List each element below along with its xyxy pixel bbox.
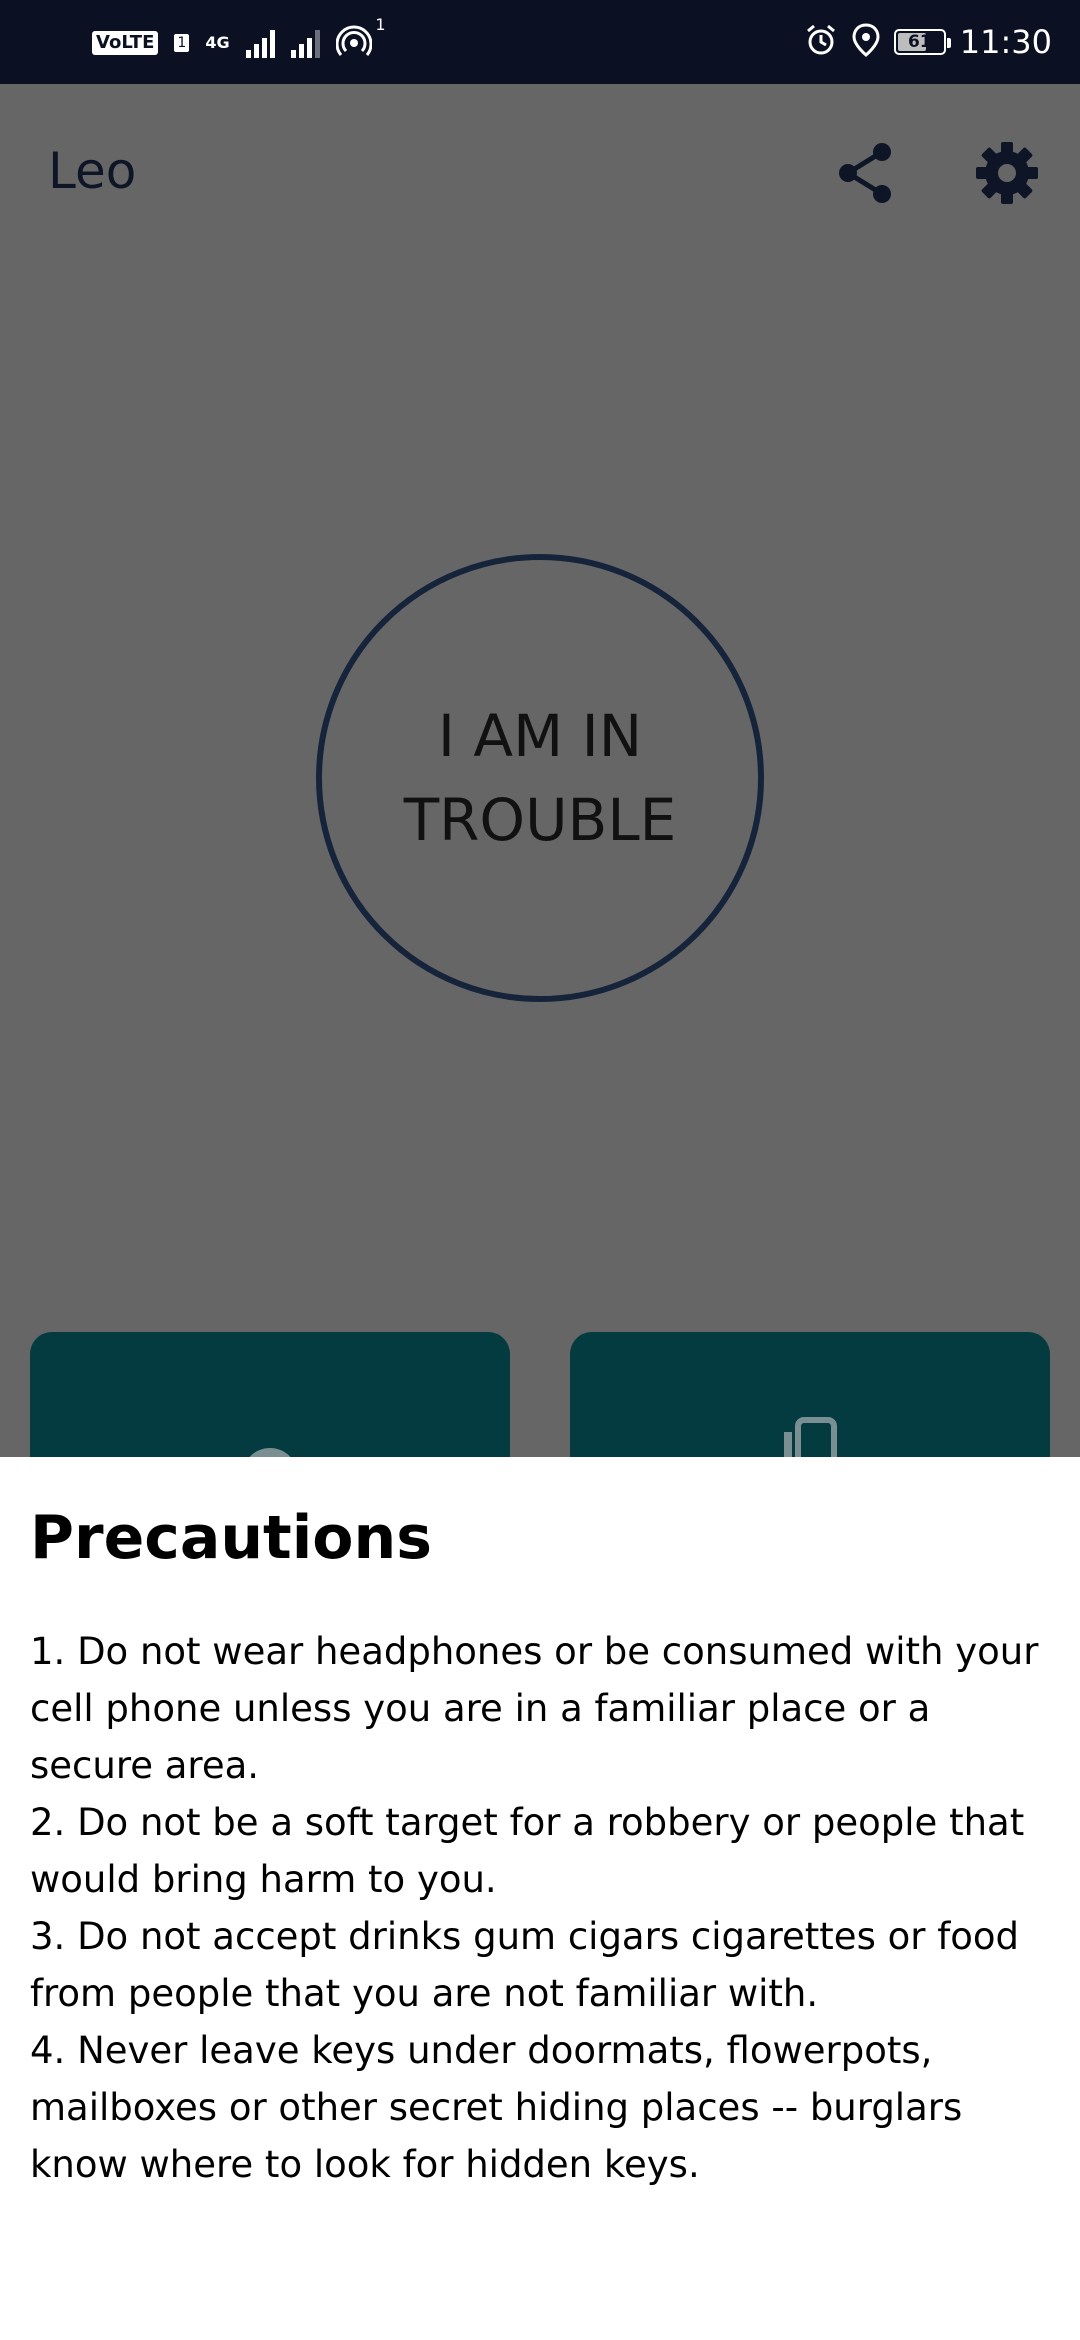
settings-icon [976, 142, 1038, 204]
signal-icon [245, 28, 275, 58]
precaution-item: 4. Never leave keys under doormats, flow… [30, 2029, 963, 2186]
battery-icon: 61 [893, 29, 951, 55]
trouble-button[interactable]: I AM IN TROUBLE [316, 554, 764, 1002]
status-time: 11:30 [959, 23, 1052, 61]
precautions-sheet: Precautions 1. Do not wear headphones or… [0, 1457, 1080, 2340]
share-icon [839, 143, 891, 203]
network-type-label: 4G [205, 33, 230, 52]
precautions-list: 1. Do not wear headphones or be consumed… [30, 1623, 1060, 2193]
share-button[interactable] [830, 138, 900, 208]
app-bar: Leo [0, 84, 1080, 260]
hotspot-icon: 1 [335, 15, 386, 63]
precaution-item: 1. Do not wear headphones or be consumed… [30, 1630, 1039, 1787]
status-right: 61 11:30 [804, 18, 1052, 66]
battery-level: 61 [907, 32, 932, 52]
status-left: VoLTE 1 4G 1 [92, 15, 386, 64]
signal-icon-secondary [290, 28, 320, 58]
status-bar: VoLTE 1 4G 1 61 11:30 [0, 0, 1080, 84]
hotspot-count: 1 [375, 15, 386, 34]
app-title: Leo [48, 142, 137, 200]
trouble-button-label: I AM IN TROUBLE [403, 702, 677, 854]
sim-slot-badge: 1 [174, 34, 190, 52]
location-icon [852, 23, 880, 61]
precaution-item: 2. Do not be a soft target for a robbery… [30, 1801, 1025, 1901]
precaution-item: 3. Do not accept drinks gum cigars cigar… [30, 1915, 1020, 2015]
settings-button[interactable] [972, 138, 1042, 208]
alarm-icon [804, 23, 838, 61]
sheet-title: Precautions [30, 1503, 432, 1573]
volte-badge: VoLTE [92, 31, 159, 55]
